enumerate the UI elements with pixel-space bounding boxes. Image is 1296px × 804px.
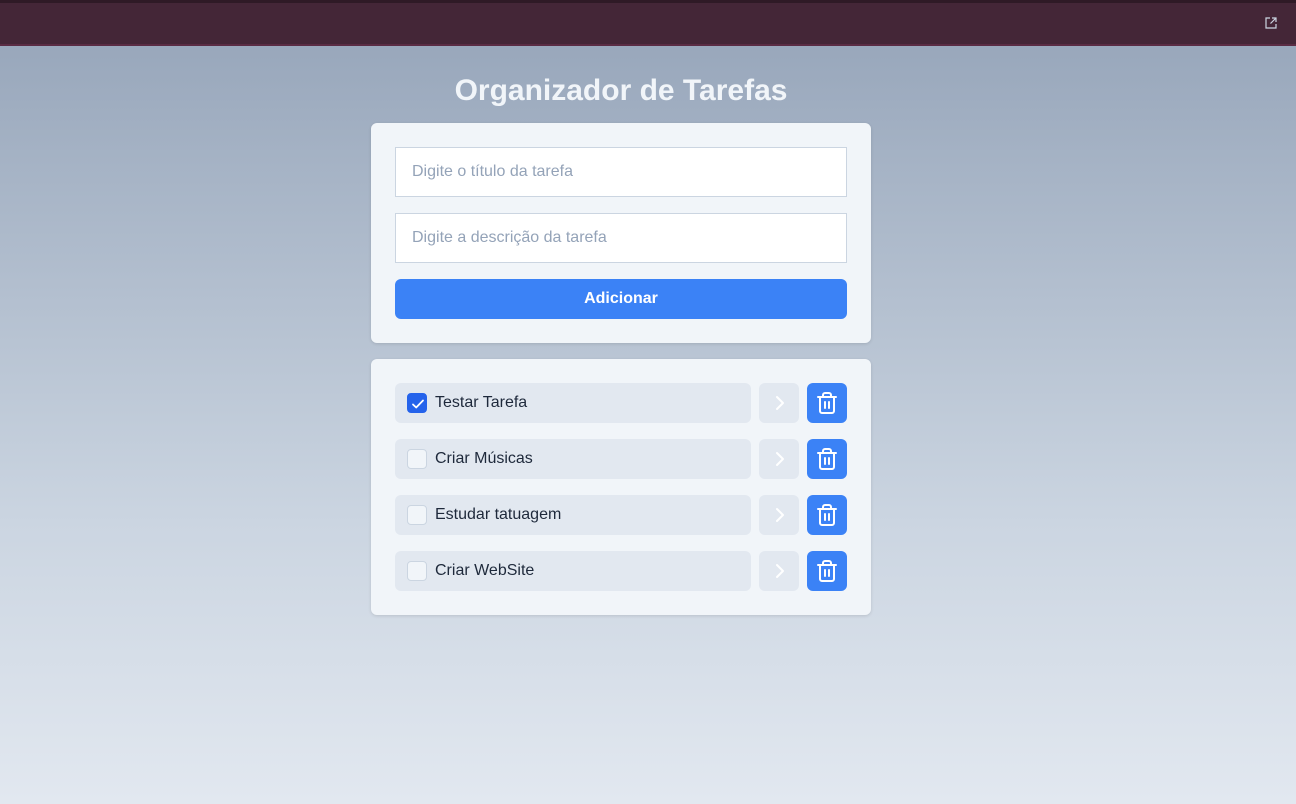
task-delete-button[interactable] bbox=[807, 495, 847, 535]
chevron-right-icon bbox=[776, 508, 784, 522]
task-checkbox[interactable] bbox=[407, 561, 427, 581]
task-title: Criar WebSite bbox=[435, 562, 535, 579]
task-item-body[interactable]: Criar Músicas bbox=[395, 439, 751, 479]
task-title-input[interactable] bbox=[395, 147, 847, 197]
task-list: Testar Tarefa Criar Músicas Estudar tatu… bbox=[371, 359, 871, 615]
task-item: Criar Músicas bbox=[395, 439, 847, 479]
add-task-button[interactable]: Adicionar bbox=[395, 279, 847, 319]
browser-top-strip bbox=[0, 0, 1296, 46]
chevron-right-icon bbox=[776, 564, 784, 578]
task-item: Testar Tarefa bbox=[395, 383, 847, 423]
task-delete-button[interactable] bbox=[807, 439, 847, 479]
trash-icon bbox=[817, 448, 837, 470]
task-delete-button[interactable] bbox=[807, 551, 847, 591]
task-description-input[interactable] bbox=[395, 213, 847, 263]
task-details-button[interactable] bbox=[759, 495, 799, 535]
chevron-right-icon bbox=[776, 452, 784, 466]
task-item-body[interactable]: Criar WebSite bbox=[395, 551, 751, 591]
chevron-right-icon bbox=[776, 396, 784, 410]
task-title: Testar Tarefa bbox=[435, 394, 528, 411]
check-icon bbox=[412, 399, 424, 409]
task-item-body[interactable]: Testar Tarefa bbox=[395, 383, 751, 423]
task-details-button[interactable] bbox=[759, 551, 799, 591]
trash-icon bbox=[817, 392, 837, 414]
task-delete-button[interactable] bbox=[807, 383, 847, 423]
task-checkbox[interactable] bbox=[407, 505, 427, 525]
task-item: Estudar tatuagem bbox=[395, 495, 847, 535]
add-task-form: Adicionar bbox=[371, 123, 871, 343]
task-title: Estudar tatuagem bbox=[435, 506, 562, 523]
task-checkbox[interactable] bbox=[407, 449, 427, 469]
trash-icon bbox=[817, 560, 837, 582]
task-checkbox[interactable] bbox=[407, 393, 427, 413]
page-title: Organizador de Tarefas bbox=[454, 74, 788, 107]
task-item-body[interactable]: Estudar tatuagem bbox=[395, 495, 751, 535]
task-details-button[interactable] bbox=[759, 439, 799, 479]
task-details-button[interactable] bbox=[759, 383, 799, 423]
task-title: Criar Músicas bbox=[435, 450, 533, 467]
trash-icon bbox=[817, 504, 837, 526]
edit-external-icon[interactable] bbox=[1264, 16, 1278, 30]
task-item: Criar WebSite bbox=[395, 551, 847, 591]
